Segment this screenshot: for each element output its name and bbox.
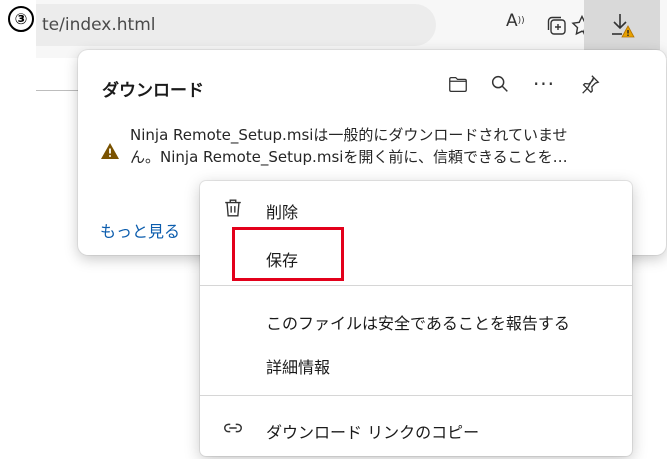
divider (36, 90, 80, 91)
trash-icon (222, 197, 246, 221)
link-icon (222, 417, 246, 441)
panel-title: ダウンロード (102, 81, 204, 101)
menu-item-details[interactable]: 詳細情報 (200, 342, 632, 386)
menu-item-copy-link[interactable]: ダウンロード リンクのコピー (200, 407, 632, 451)
pin-icon[interactable] (578, 72, 602, 96)
warning-message: Ninja Remote_Setup.msiは一般的にダウンロードされていませ … (130, 124, 660, 168)
address-text[interactable]: te/index.html (42, 15, 156, 35)
read-aloud-icon[interactable]: A)) (506, 11, 525, 31)
warning-line-1: Ninja Remote_Setup.msiは一般的にダウンロードされていませ (130, 126, 568, 144)
downloads-button[interactable] (584, 0, 660, 50)
step-badge: ③ (8, 6, 34, 32)
search-icon[interactable] (488, 72, 512, 96)
highlight-annotation (232, 227, 344, 281)
menu-label-details: 詳細情報 (266, 358, 331, 377)
menu-label-report-safe: このファイルは安全であることを報告する (266, 314, 570, 333)
menu-separator (200, 285, 632, 286)
menu-item-report-safe[interactable]: このファイルは安全であることを報告する (200, 298, 632, 342)
read-aloud-label: A (506, 11, 518, 31)
downloads-warning-icon (612, 14, 635, 38)
warning-icon (101, 143, 119, 159)
menu-separator (200, 395, 632, 396)
address-bar[interactable]: te/index.html (36, 4, 436, 46)
collections-icon[interactable] (543, 12, 571, 40)
folder-icon[interactable] (446, 72, 470, 96)
menu-item-delete[interactable]: 削除 (200, 187, 632, 231)
see-more-link[interactable]: もっと見る (100, 218, 180, 242)
menu-label-copy-link: ダウンロード リンクのコピー (266, 423, 480, 442)
menu-label-delete: 削除 (266, 203, 299, 222)
more-options-icon[interactable]: ··· (532, 72, 556, 96)
context-menu: 削除 保存 このファイルは安全であることを報告する 詳細情報 ダウンロード リン… (200, 181, 632, 456)
warning-line-2: ん。Ninja Remote_Setup.msiを開く前に、信頼できることを… (130, 148, 568, 166)
